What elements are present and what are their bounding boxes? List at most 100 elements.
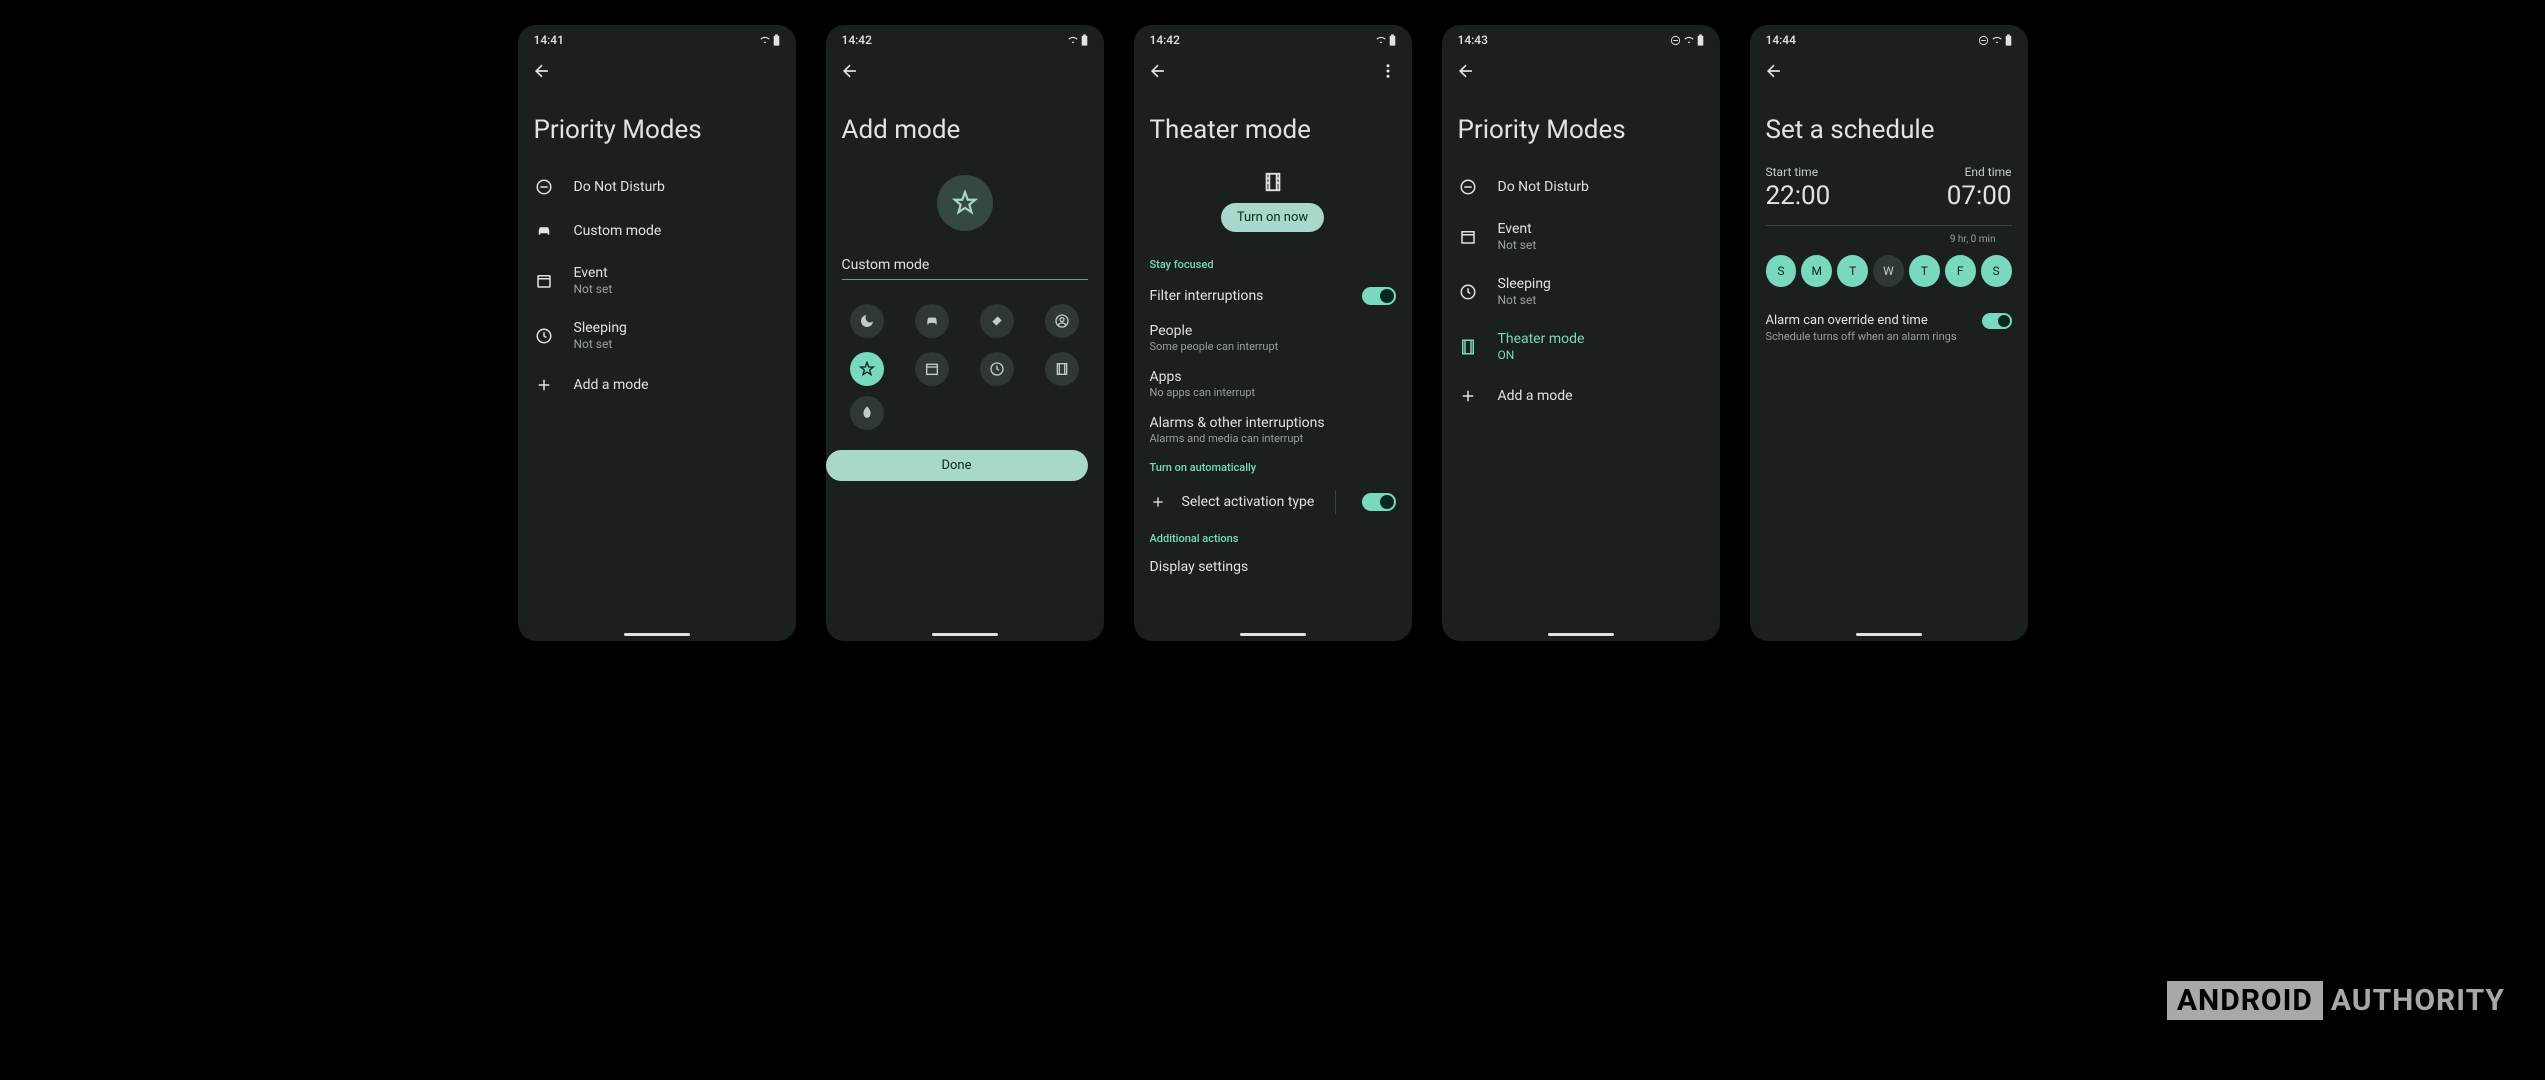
back-button[interactable] xyxy=(1454,59,1478,83)
dnd-icon xyxy=(1458,177,1478,197)
day-chip-sun[interactable]: S xyxy=(1766,255,1797,287)
day-chip-mon[interactable]: M xyxy=(1801,255,1832,287)
dnd-status-icon xyxy=(1978,35,1989,46)
turn-on-button[interactable]: Turn on now xyxy=(1221,203,1324,232)
icon-choice-person[interactable] xyxy=(1045,304,1079,338)
page-title: Add mode xyxy=(826,91,1104,165)
icon-choice-calendar[interactable] xyxy=(915,352,949,386)
sublabel: Not set xyxy=(574,337,627,351)
day-chip-tue[interactable]: T xyxy=(1837,255,1868,287)
page-title: Priority Modes xyxy=(518,91,796,165)
add-mode-button[interactable]: Add a mode xyxy=(1442,374,1720,418)
icon-choice-fitness[interactable] xyxy=(980,304,1014,338)
end-time-value: 07:00 xyxy=(1947,181,2012,211)
label: Alarm can override end time xyxy=(1766,313,1957,328)
day-chip-sat[interactable]: S xyxy=(1981,255,2012,287)
mode-item-theater-active[interactable]: Theater modeON xyxy=(1442,319,1720,374)
display-settings-row[interactable]: Display settings xyxy=(1134,551,1412,575)
divider xyxy=(1335,490,1336,514)
icon-choice-moon[interactable] xyxy=(850,304,884,338)
mode-name-input[interactable] xyxy=(842,251,1088,280)
label: Do Not Disturb xyxy=(1498,179,1589,195)
alarm-override-row[interactable]: Alarm can override end time Schedule tur… xyxy=(1750,297,2028,359)
people-row[interactable]: People Some people can interrupt xyxy=(1134,315,1412,361)
label: Event xyxy=(574,265,613,281)
arrow-back-icon xyxy=(1764,61,1784,81)
back-button[interactable] xyxy=(838,59,862,83)
battery-icon xyxy=(2005,34,2012,46)
top-bar xyxy=(1750,51,2028,91)
watermark: ANDROID AUTHORITY xyxy=(2167,981,2505,1020)
home-indicator[interactable] xyxy=(1240,633,1306,636)
home-indicator[interactable] xyxy=(1856,633,1922,636)
filter-toggle[interactable] xyxy=(1362,287,1396,305)
label: Display settings xyxy=(1150,559,1396,575)
back-button[interactable] xyxy=(530,59,554,83)
wifi-icon xyxy=(1683,35,1695,45)
top-bar xyxy=(1442,51,1720,91)
mode-icon xyxy=(1134,171,1412,193)
battery-icon xyxy=(773,34,780,46)
activation-toggle[interactable] xyxy=(1362,493,1396,511)
icon-choice-clock[interactable] xyxy=(980,352,1014,386)
status-icons xyxy=(759,34,780,46)
activation-row[interactable]: Select activation type xyxy=(1134,480,1412,524)
mode-item-dnd[interactable]: Do Not Disturb xyxy=(518,165,796,209)
mode-item-sleeping[interactable]: Sleeping Not set xyxy=(518,308,796,363)
top-bar xyxy=(826,51,1104,91)
day-chip-wed[interactable]: W xyxy=(1873,255,1904,287)
mode-item-custom[interactable]: Custom mode xyxy=(518,209,796,253)
label: Select activation type xyxy=(1182,494,1315,510)
wifi-icon xyxy=(1375,35,1387,45)
clock: 14:44 xyxy=(1766,33,1796,47)
label: Apps xyxy=(1150,369,1396,385)
done-button[interactable]: Done xyxy=(826,450,1088,481)
add-mode-button[interactable]: Add a mode xyxy=(518,363,796,407)
mode-item-event[interactable]: EventNot set xyxy=(1442,209,1720,264)
alarms-row[interactable]: Alarms & other interruptions Alarms and … xyxy=(1134,407,1412,453)
clock-icon xyxy=(534,326,554,346)
apps-row[interactable]: Apps No apps can interrupt xyxy=(1134,361,1412,407)
sublabel: Not set xyxy=(1498,238,1537,252)
sublabel: Alarms and media can interrupt xyxy=(1150,432,1396,445)
top-bar xyxy=(1134,51,1412,91)
page-title: Set a schedule xyxy=(1750,91,2028,165)
car-icon xyxy=(534,221,554,241)
status-bar: 14:43 xyxy=(1442,25,1720,51)
icon-choice-car[interactable] xyxy=(915,304,949,338)
label: Event xyxy=(1498,221,1537,237)
label: Add a mode xyxy=(1498,388,1573,404)
back-button[interactable] xyxy=(1762,59,1786,83)
icon-choice-theater[interactable] xyxy=(1045,352,1079,386)
plus-icon xyxy=(1458,386,1478,406)
alarm-toggle[interactable] xyxy=(1982,313,2012,329)
mode-item-sleeping[interactable]: SleepingNot set xyxy=(1442,264,1720,319)
section-additional: Additional actions xyxy=(1134,524,1412,551)
day-chip-fri[interactable]: F xyxy=(1945,255,1976,287)
battery-icon xyxy=(1389,34,1396,46)
mode-item-event[interactable]: Event Not set xyxy=(518,253,796,308)
label: Filter interruptions xyxy=(1150,288,1264,304)
overflow-menu[interactable] xyxy=(1376,59,1400,83)
end-time-block[interactable]: End time 07:00 xyxy=(1947,165,2012,211)
status-icons xyxy=(1375,34,1396,46)
calendar-icon xyxy=(1458,227,1478,247)
home-indicator[interactable] xyxy=(1548,633,1614,636)
watermark-plain: AUTHORITY xyxy=(2331,983,2505,1018)
clock: 14:42 xyxy=(1150,33,1180,47)
icon-choice-star-selected[interactable] xyxy=(850,352,884,386)
home-indicator[interactable] xyxy=(932,633,998,636)
label: Sleeping xyxy=(1498,276,1551,292)
back-button[interactable] xyxy=(1146,59,1170,83)
dnd-icon xyxy=(534,177,554,197)
star-icon xyxy=(952,190,978,216)
icon-choice-leaf[interactable] xyxy=(850,396,884,430)
mode-item-dnd[interactable]: Do Not Disturb xyxy=(1442,165,1720,209)
status-icons xyxy=(1978,34,2012,46)
day-chip-thu[interactable]: T xyxy=(1909,255,1940,287)
screen-priority-modes-1: 14:41 Priority Modes Do Not Disturb Cust… xyxy=(518,25,796,641)
sublabel: No apps can interrupt xyxy=(1150,386,1396,399)
filter-interruptions-row[interactable]: Filter interruptions xyxy=(1134,277,1412,315)
start-time-block[interactable]: Start time 22:00 xyxy=(1766,165,1831,211)
home-indicator[interactable] xyxy=(624,633,690,636)
